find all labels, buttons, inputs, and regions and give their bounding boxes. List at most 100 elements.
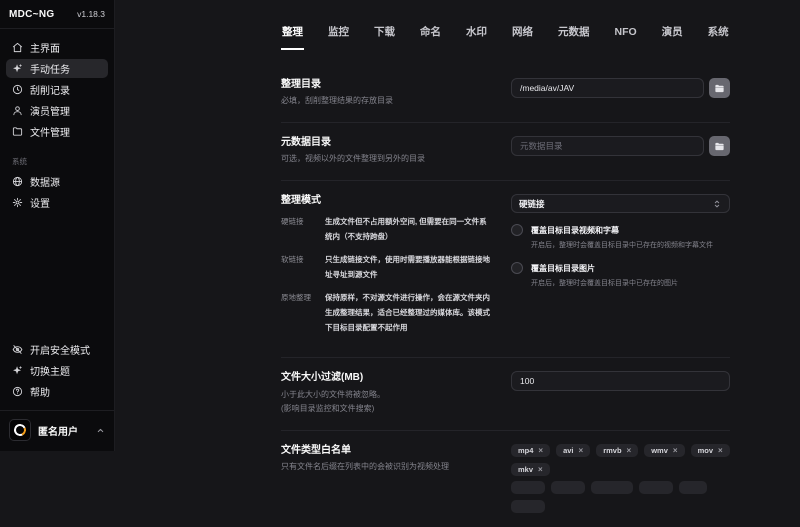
file-type-chip[interactable]: mkv×	[511, 463, 550, 476]
toggle-label: 覆盖目标目录图片	[531, 263, 595, 274]
sidebar-item-label: 刮削记录	[30, 82, 70, 97]
sidebar-header: MDC~NG v1.18.3	[0, 0, 114, 29]
tab-monitor[interactable]: 监控	[327, 24, 350, 50]
metadata-dir-browse-button[interactable]	[709, 136, 730, 156]
form-row-size-filter: 文件大小过滤(MB) 小于此大小的文件将被忽略。 (影响目录监控和文件搜索)	[281, 358, 730, 431]
sidebar-item-file-management[interactable]: 文件管理	[6, 122, 108, 141]
sidebar-spacer	[6, 214, 108, 340]
remove-chip-icon[interactable]: ×	[538, 465, 543, 474]
mode-desc: 保持原样，不对源文件进行操作，会在源文件夹内生成整理结果，适合已经整理过的媒体库…	[325, 290, 493, 335]
sidebar-item-label: 数据源	[30, 174, 60, 189]
size-filter-desc-2: (影响目录监控和文件搜索)	[281, 402, 493, 416]
organize-mode-select[interactable]: 硬链接	[511, 194, 730, 213]
file-type-chip[interactable]	[679, 481, 707, 494]
mode-symlink: 软链接 只生成链接文件，使用时需要播放器能根据链接地址寻址到源文件	[281, 252, 493, 282]
overwrite-images-checkbox[interactable]	[511, 262, 523, 274]
globe-icon	[12, 176, 23, 187]
folder-icon	[12, 126, 23, 137]
size-filter-label: 文件大小过滤(MB)	[281, 371, 493, 384]
file-type-chips-partial-row	[511, 481, 730, 513]
sparkles-icon	[12, 63, 23, 74]
overwrite-video-subs-checkbox[interactable]	[511, 224, 523, 236]
app-logo	[12, 422, 27, 437]
mode-desc: 只生成链接文件，使用时需要播放器能根据链接地址寻址到源文件	[325, 252, 493, 282]
sidebar-item-label: 开启安全模式	[30, 342, 90, 357]
settings-tabs: 整理 监控 下载 命名 水印 网络 元数据 NFO 演员 系统	[281, 24, 800, 50]
file-type-chip[interactable]	[639, 481, 673, 494]
form-row-metadata-dir: 元数据目录 可选，视频以外的文件整理到另外的目录	[281, 123, 730, 181]
mode-in-place: 原地整理 保持原样，不对源文件进行操作，会在源文件夹内生成整理结果，适合已经整理…	[281, 290, 493, 335]
mode-desc: 生成文件但不占用额外空间, 但需要在同一文件系统内（不支持跨盘）	[325, 214, 493, 244]
mode-name: 硬链接	[281, 214, 325, 244]
size-filter-desc-1: 小于此大小的文件将被忽略。	[281, 388, 493, 402]
toggle-desc: 开启后，整理时会覆盖目标目录中已存在的图片	[531, 278, 730, 289]
file-type-chip[interactable]	[591, 481, 633, 494]
organize-mode-selected-value: 硬链接	[519, 198, 545, 210]
mode-hardlink: 硬链接 生成文件但不占用额外空间, 但需要在同一文件系统内（不支持跨盘）	[281, 214, 493, 244]
organize-mode-label: 整理模式	[281, 194, 493, 207]
help-circle-icon	[12, 386, 23, 397]
sidebar-item-label: 文件管理	[30, 124, 70, 139]
file-type-chip[interactable]	[551, 481, 585, 494]
sidebar-item-label: 演员管理	[30, 103, 70, 118]
tab-actor[interactable]: 演员	[661, 24, 684, 50]
sidebar-item-switch-theme[interactable]: 切换主题	[6, 361, 108, 380]
mode-name: 原地整理	[281, 290, 325, 335]
form-row-organize-mode: 整理模式 硬链接 生成文件但不占用额外空间, 但需要在同一文件系统内（不支持跨盘…	[281, 181, 730, 358]
eye-off-icon	[12, 344, 23, 355]
sparkles-icon	[12, 365, 23, 376]
organize-dir-browse-button[interactable]	[709, 78, 730, 98]
tab-download[interactable]: 下载	[373, 24, 396, 50]
sidebar-item-actor-management[interactable]: 演员管理	[6, 101, 108, 120]
sidebar-item-home[interactable]: 主界面	[6, 38, 108, 57]
sidebar-item-safe-mode[interactable]: 开启安全模式	[6, 340, 108, 359]
form-row-organize-dir: 整理目录 必填，刮削整理结果的存放目录	[281, 62, 730, 123]
clock-icon	[12, 84, 23, 95]
sidebar-item-settings[interactable]: 设置	[6, 193, 108, 212]
metadata-dir-input[interactable]	[511, 136, 704, 156]
toggle-desc: 开启后，整理时会覆盖目标目录中已存在的视频和字幕文件	[531, 240, 730, 251]
sidebar-item-help[interactable]: 帮助	[6, 382, 108, 401]
tab-organize[interactable]: 整理	[281, 24, 304, 50]
sidebar-item-scrape-history[interactable]: 刮削记录	[6, 80, 108, 99]
tab-metadata[interactable]: 元数据	[557, 24, 591, 50]
sidebar-item-label: 切换主题	[30, 363, 70, 378]
sidebar-nav: 主界面 手动任务 刮削记录 演员管理 文件管理	[6, 38, 108, 143]
organize-dir-input[interactable]	[511, 78, 704, 98]
toggle-label: 覆盖目标目录视频和字幕	[531, 225, 619, 236]
gear-icon	[12, 197, 23, 208]
home-icon	[12, 42, 23, 53]
sidebar-item-data-source[interactable]: 数据源	[6, 172, 108, 191]
chevron-up-down-icon	[712, 199, 722, 209]
organize-mode-descriptions: 硬链接 生成文件但不占用额外空间, 但需要在同一文件系统内（不支持跨盘） 软链接…	[281, 214, 493, 335]
user-menu[interactable]: 匿名用户	[6, 411, 108, 451]
chevron-up-icon	[96, 426, 105, 435]
sidebar-item-label: 设置	[30, 195, 50, 210]
user-name: 匿名用户	[38, 423, 78, 438]
sidebar-item-manual-task[interactable]: 手动任务	[6, 59, 108, 78]
tab-nfo[interactable]: NFO	[614, 24, 638, 50]
app-title: MDC~NG	[9, 9, 54, 20]
size-filter-input[interactable]	[511, 371, 730, 391]
tab-network[interactable]: 网络	[511, 24, 534, 50]
sidebar-item-label: 主界面	[30, 40, 60, 55]
sidebar-item-label: 帮助	[30, 384, 50, 399]
app-version: v1.18.3	[77, 9, 105, 19]
tab-watermark[interactable]: 水印	[465, 24, 488, 50]
metadata-dir-label: 元数据目录	[281, 136, 493, 149]
toggle-overwrite-images: 覆盖目标目录图片 开启后，整理时会覆盖目标目录中已存在的图片	[511, 262, 730, 289]
tab-system[interactable]: 系统	[707, 24, 730, 50]
user-icon	[12, 105, 23, 116]
sidebar-item-label: 手动任务	[30, 61, 70, 76]
sidebar: MDC~NG v1.18.3 主界面 手动任务 刮削记录 演员管理 文件管理 系…	[0, 0, 115, 451]
file-type-chip[interactable]	[511, 481, 545, 494]
file-type-chip[interactable]	[511, 500, 545, 513]
avatar	[9, 419, 31, 441]
organize-dir-desc: 必填，刮削整理结果的存放目录	[281, 94, 493, 108]
folder-icon	[714, 141, 725, 152]
tab-naming[interactable]: 命名	[419, 24, 442, 50]
organize-dir-label: 整理目录	[281, 78, 493, 91]
mode-name: 软链接	[281, 252, 325, 282]
sidebar-section-system: 系统	[12, 156, 102, 167]
toggle-overwrite-video-subs: 覆盖目标目录视频和字幕 开启后，整理时会覆盖目标目录中已存在的视频和字幕文件	[511, 224, 730, 251]
